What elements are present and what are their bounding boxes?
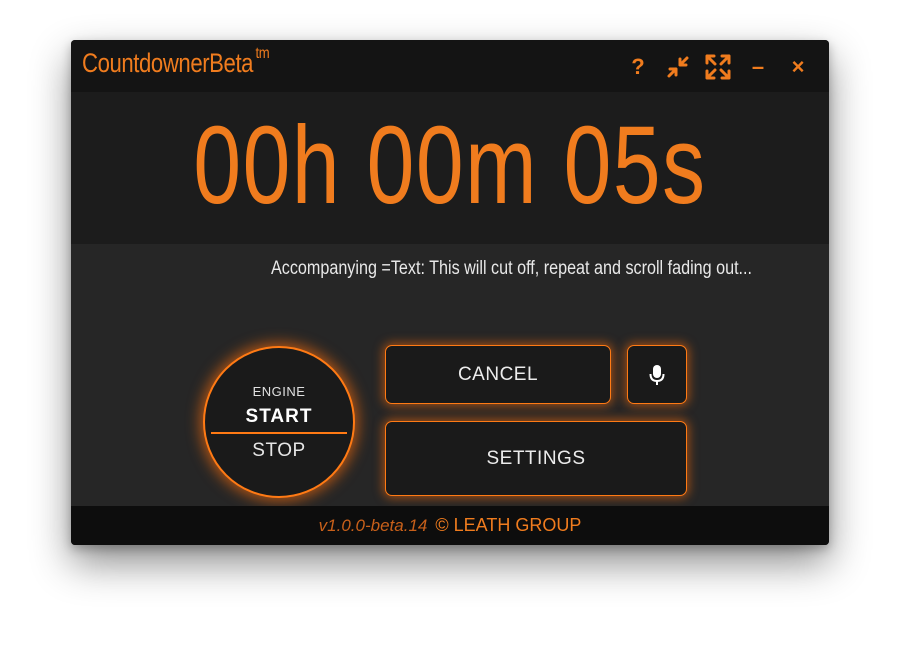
app-window: CountdownerBeta tm ? – × 00h 00m 05s Acc… <box>71 40 829 545</box>
engine-label: ENGINE <box>252 384 306 399</box>
trademark-mark: tm <box>255 45 270 62</box>
minimize-icon: – <box>751 54 765 79</box>
copyright-label: © LEATH GROUP <box>435 515 582 535</box>
engine-stop-button[interactable]: STOP <box>205 440 353 462</box>
engine-divider <box>211 432 347 434</box>
titlebar[interactable]: CountdownerBeta tm ? – × <box>71 40 829 92</box>
countdown-display: 00h 00m 05s <box>193 104 707 227</box>
cancel-button[interactable]: CANCEL <box>385 345 611 404</box>
microphone-button[interactable] <box>627 345 687 404</box>
collapse-icon <box>667 56 689 78</box>
minimize-button[interactable]: – <box>745 54 771 80</box>
cancel-label: CANCEL <box>457 363 539 385</box>
title-actions: ? – × <box>625 54 811 80</box>
engine-start-button[interactable]: START <box>205 406 353 428</box>
close-icon: × <box>791 54 805 79</box>
engine-control: ENGINE START STOP <box>203 346 355 498</box>
settings-label: SETTINGS <box>486 447 586 469</box>
app-title-text: CountdownerBeta <box>82 48 254 78</box>
help-icon: ? <box>631 54 645 79</box>
microphone-icon <box>649 364 665 385</box>
help-button[interactable]: ? <box>625 54 651 80</box>
fullscreen-button[interactable] <box>705 54 731 80</box>
timer-panel: 00h 00m 05s <box>71 92 829 244</box>
app-title: CountdownerBeta tm <box>82 45 270 79</box>
accompanying-text: Accompanying =Text: This will cut off, r… <box>271 258 753 279</box>
version-label: v1.0.0-beta.14 <box>318 515 428 535</box>
expand-icon <box>705 54 731 80</box>
footer: v1.0.0-beta.14 © LEATH GROUP <box>71 506 829 545</box>
compact-mode-button[interactable] <box>665 54 691 80</box>
close-button[interactable]: × <box>785 54 811 80</box>
settings-button[interactable]: SETTINGS <box>385 421 687 496</box>
